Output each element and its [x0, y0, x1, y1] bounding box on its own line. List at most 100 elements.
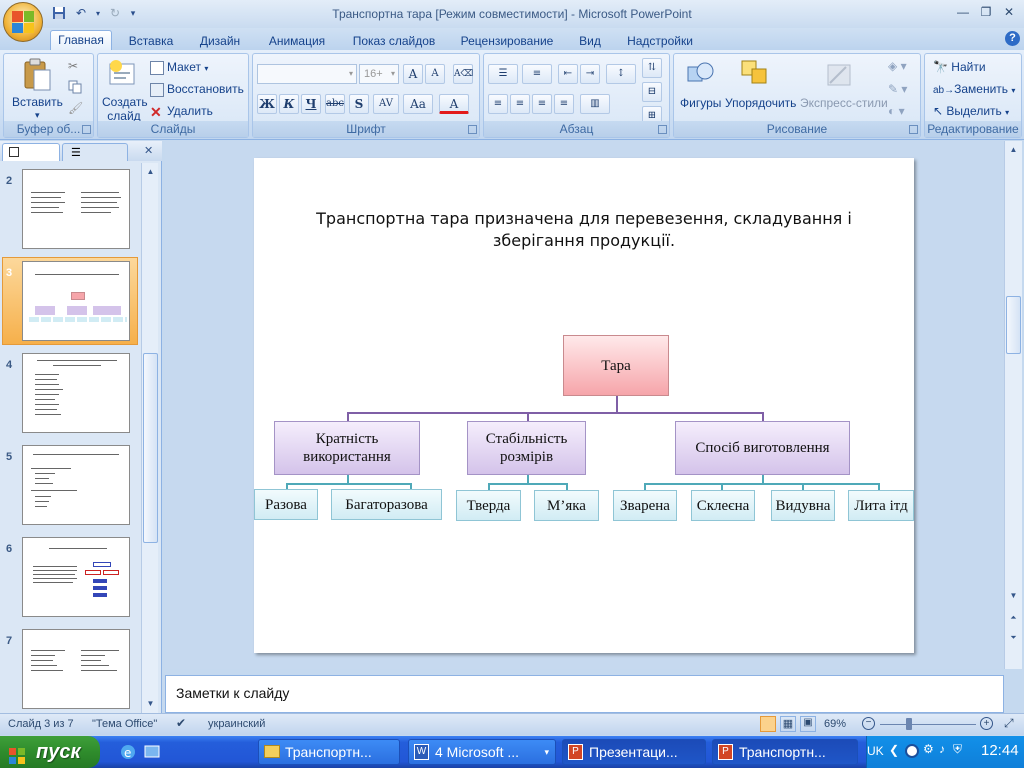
align-right-icon[interactable]: ≡	[532, 94, 552, 114]
thumbnail-slide-2[interactable]	[22, 169, 130, 249]
text-direction-icon[interactable]: ⇅	[642, 58, 662, 78]
text-shadow-button[interactable]: S	[349, 94, 369, 114]
scroll-up-icon[interactable]: ▲	[1007, 143, 1020, 156]
fit-window-icon[interactable]: ⤢	[1004, 716, 1014, 731]
task-powerpoint-tara[interactable]: P Транспортн...	[712, 739, 858, 765]
clock[interactable]: 12:44	[981, 742, 1019, 759]
leaf-node[interactable]: М’яка	[534, 490, 599, 521]
find-button[interactable]: 🔭 Найти	[933, 60, 986, 74]
close-pane-icon[interactable]: ✕	[144, 144, 153, 157]
thumbnail-slide-6[interactable]	[22, 537, 130, 617]
paragraph-launcher-icon[interactable]	[658, 125, 667, 134]
change-case-button[interactable]: Aa	[403, 94, 433, 114]
shape-outline-icon[interactable]: ✎ ▾	[888, 82, 907, 96]
leaf-node[interactable]: Багаторазова	[331, 489, 442, 520]
thumbnail-slide-7[interactable]	[22, 629, 130, 709]
ie-icon[interactable]: e	[120, 744, 136, 760]
antivirus-icon[interactable]: ⚙	[923, 742, 934, 756]
help-icon[interactable]: ?	[1005, 31, 1020, 46]
font-launcher-icon[interactable]	[468, 125, 477, 134]
network-icon[interactable]	[905, 744, 919, 758]
language-indicator[interactable]: украинский	[208, 718, 265, 730]
slide-body-text[interactable]: Транспортна тара призначена для перевезе…	[284, 208, 884, 252]
arrange-icon[interactable]	[740, 59, 772, 92]
leaf-node[interactable]: Видувна	[771, 490, 835, 521]
tab-design[interactable]: Дизайн	[192, 32, 248, 50]
strikethrough-button[interactable]: abc	[325, 94, 345, 114]
numbering-icon[interactable]: ≡	[522, 64, 552, 84]
font-size-combo[interactable]: 16+ ▾	[359, 64, 399, 84]
grow-font-button[interactable]: A	[403, 64, 423, 84]
root-node[interactable]: Тара	[563, 335, 669, 396]
thumbnail-scroll-thumb[interactable]	[143, 353, 158, 543]
align-left-icon[interactable]: ≡	[488, 94, 508, 114]
tab-home[interactable]: Главная	[50, 30, 112, 51]
underline-button[interactable]: Ч	[301, 94, 321, 114]
columns-icon[interactable]: ▥	[580, 94, 610, 114]
leaf-node[interactable]: Зварена	[613, 490, 677, 521]
sorter-view-icon[interactable]: ▦	[780, 716, 796, 732]
shape-effects-icon[interactable]: ◐ ▾	[888, 104, 905, 118]
scroll-down-icon[interactable]: ▼	[144, 697, 157, 710]
decrease-indent-icon[interactable]: ⇤	[558, 64, 578, 84]
zoom-in-icon[interactable]: +	[980, 717, 993, 730]
close-button[interactable]: ✕	[998, 4, 1020, 20]
desktop-icon[interactable]	[144, 744, 160, 760]
leaf-node[interactable]: Тверда	[456, 490, 521, 521]
cut-icon[interactable]: ✂	[68, 59, 78, 73]
new-slide-icon[interactable]	[108, 58, 138, 91]
tab-view[interactable]: Вид	[572, 32, 608, 50]
slide-scrollbar[interactable]: ▲ ▼ ⏶ ⏷	[1004, 141, 1022, 669]
redo-icon[interactable]: ↻	[106, 4, 124, 22]
line-spacing-icon[interactable]: ↕	[606, 64, 636, 84]
slideshow-view-icon[interactable]: ▣	[800, 716, 816, 732]
shapes-icon[interactable]	[686, 59, 716, 92]
thumbnail-slide-3[interactable]	[22, 261, 130, 341]
branch-node[interactable]: Кратність використання	[274, 421, 420, 475]
clear-format-icon[interactable]: A⌫	[453, 64, 473, 84]
outline-tab[interactable]: ☰	[62, 143, 128, 161]
quick-styles-icon[interactable]	[824, 59, 856, 92]
notes-pane[interactable]: Заметки к слайду	[165, 675, 1004, 713]
font-name-combo[interactable]: ▾	[257, 64, 357, 84]
previous-slide-icon[interactable]: ⏶	[1007, 611, 1020, 624]
leaf-node[interactable]: Склеєна	[691, 490, 755, 521]
branch-node[interactable]: Стабільність розмірів	[467, 421, 586, 475]
drawing-launcher-icon[interactable]	[909, 125, 918, 134]
task-word[interactable]: W 4 Microsoft ... ▾	[408, 739, 556, 765]
shape-fill-icon[interactable]: ◈ ▾	[888, 59, 907, 73]
align-center-icon[interactable]: ≡	[510, 94, 530, 114]
leaf-node[interactable]: Разова	[254, 489, 318, 520]
zoom-slider-thumb[interactable]	[906, 718, 912, 730]
normal-view-icon[interactable]	[760, 716, 776, 732]
bold-button[interactable]: Ж	[257, 94, 277, 114]
tab-insert[interactable]: Вставка	[122, 32, 180, 50]
reset-button[interactable]: Восстановить	[150, 82, 244, 97]
zoom-level[interactable]: 69%	[824, 718, 846, 730]
paste-button[interactable]: Вставить	[12, 95, 63, 109]
slide-canvas[interactable]: Транспортна тара призначена для перевезе…	[254, 158, 914, 653]
office-button[interactable]	[3, 2, 43, 42]
paste-dropdown-icon[interactable]: ▾	[35, 110, 40, 121]
shrink-font-button[interactable]: A	[425, 64, 445, 84]
security-shield-icon[interactable]: ⛨	[953, 742, 962, 757]
tab-slideshow[interactable]: Показ слайдов	[346, 32, 442, 50]
branch-node[interactable]: Спосіб виготовлення	[675, 421, 850, 475]
leaf-node[interactable]: Лита ітд	[848, 490, 914, 521]
slides-tab[interactable]	[2, 143, 60, 161]
layout-button[interactable]: Макет ▾	[150, 60, 208, 75]
thumbnail-scrollbar[interactable]: ▲ ▼	[141, 163, 158, 713]
copy-icon[interactable]	[68, 80, 82, 97]
font-color-button[interactable]: A	[439, 94, 469, 114]
next-slide-icon[interactable]: ⏷	[1007, 631, 1020, 644]
task-powerpoint-presentation[interactable]: P Презентаци...	[562, 739, 706, 765]
format-painter-icon[interactable]: 🖌	[68, 101, 83, 115]
replace-button[interactable]: ab→Заменить ▾	[933, 82, 1015, 96]
task-explorer[interactable]: Транспортн...	[258, 739, 400, 765]
minimize-button[interactable]: —	[952, 4, 974, 20]
language-indicator[interactable]: UK	[867, 744, 884, 758]
tab-addins[interactable]: Надстройки	[620, 32, 700, 50]
customize-qat-icon[interactable]: ▾	[128, 4, 138, 22]
spellcheck-icon[interactable]: ✔	[176, 716, 186, 730]
expand-tray-icon[interactable]: ❮	[889, 743, 899, 757]
